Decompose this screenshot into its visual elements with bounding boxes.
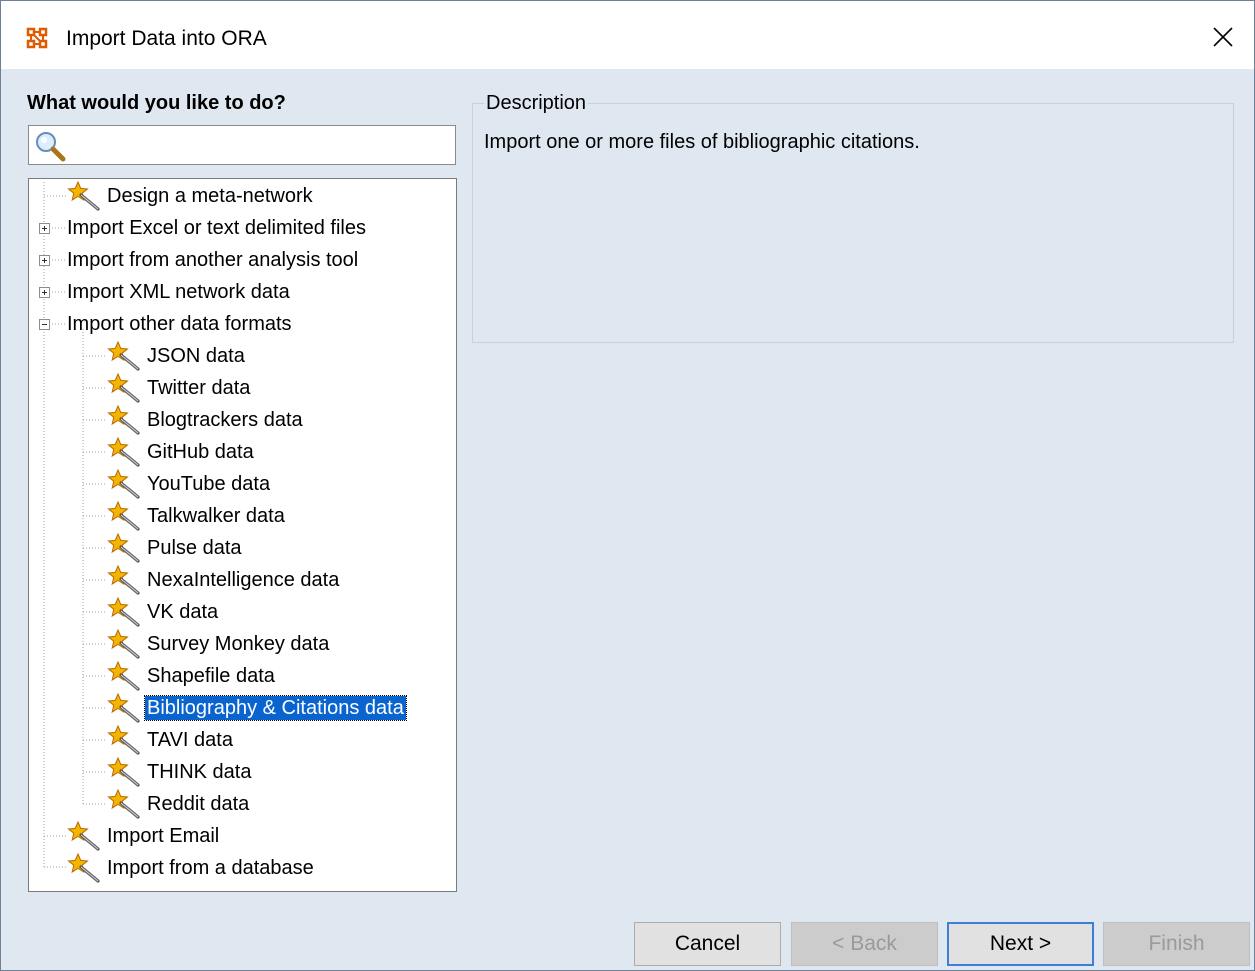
tree-item-label: NexaIntelligence data bbox=[147, 569, 340, 591]
tree-item-github[interactable]: GitHub data bbox=[107, 437, 256, 467]
tree-item-twitter[interactable]: Twitter data bbox=[107, 373, 252, 403]
wand-icon bbox=[107, 437, 140, 467]
tree-item-label: Twitter data bbox=[147, 377, 251, 399]
import-dialog: Import Data into ORA What would you like… bbox=[0, 0, 1255, 971]
back-button[interactable]: < Back bbox=[791, 922, 938, 966]
tree-item-import-excel[interactable]: Import Excel or text delimited files bbox=[65, 213, 368, 243]
wand-icon bbox=[107, 629, 140, 659]
tree-item-json[interactable]: JSON data bbox=[107, 341, 247, 371]
tree-item-label: Bibliography & Citations data bbox=[144, 695, 407, 721]
tree-item-label: Reddit data bbox=[147, 793, 250, 815]
wand-icon bbox=[107, 661, 140, 691]
wand-icon bbox=[107, 693, 140, 723]
tree-item-label: Import from another analysis tool bbox=[67, 249, 359, 271]
tree-item-survey-monkey[interactable]: Survey Monkey data bbox=[107, 629, 331, 659]
tree-item-import-email[interactable]: Import Email bbox=[67, 821, 221, 851]
tree-item-reddit[interactable]: Reddit data bbox=[107, 789, 251, 819]
wand-icon bbox=[107, 373, 140, 403]
tree-item-design-meta-network[interactable]: Design a meta-network bbox=[67, 181, 315, 211]
tree-item-label: Survey Monkey data bbox=[147, 633, 330, 655]
tree-item-blogtrackers[interactable]: Blogtrackers data bbox=[107, 405, 305, 435]
tree-item-label: Import from a database bbox=[107, 857, 314, 879]
wand-icon bbox=[107, 789, 140, 819]
search-input[interactable] bbox=[73, 131, 447, 161]
wand-icon bbox=[107, 405, 140, 435]
search-icon bbox=[36, 132, 66, 162]
collapse-toggle[interactable] bbox=[39, 319, 50, 330]
tree-item-label: TAVI data bbox=[147, 729, 233, 751]
tree-item-label: GitHub data bbox=[147, 441, 254, 463]
cancel-button-label: Cancel bbox=[674, 932, 741, 955]
expand-toggle[interactable] bbox=[39, 223, 50, 234]
window-title: Import Data into ORA bbox=[66, 27, 267, 50]
wand-icon bbox=[107, 533, 140, 563]
tree-item-label: Import other data formats bbox=[67, 313, 292, 335]
wand-icon bbox=[67, 853, 100, 883]
tree-item-bibliography-citations[interactable]: Bibliography & Citations data bbox=[107, 693, 407, 723]
expand-toggle[interactable] bbox=[39, 255, 50, 266]
tree-item-label: VK data bbox=[147, 601, 219, 623]
tree-item-talkwalker[interactable]: Talkwalker data bbox=[107, 501, 287, 531]
next-button-label: Next > bbox=[989, 932, 1052, 955]
tree-item-youtube[interactable]: YouTube data bbox=[107, 469, 272, 499]
tree-item-shapefile[interactable]: Shapefile data bbox=[107, 661, 277, 691]
ora-network-icon bbox=[26, 27, 48, 49]
tree-item-nexaintelligence[interactable]: NexaIntelligence data bbox=[107, 565, 341, 595]
wand-icon bbox=[107, 757, 140, 787]
title-bar: Import Data into ORA bbox=[1, 1, 1254, 69]
tree-item-think[interactable]: THINK data bbox=[107, 757, 253, 787]
tree-item-label: THINK data bbox=[147, 761, 252, 783]
wand-icon bbox=[107, 469, 140, 499]
tree-item-label: Pulse data bbox=[147, 537, 242, 559]
description-title: Description bbox=[484, 90, 589, 116]
back-button-label: < Back bbox=[832, 932, 897, 955]
wand-icon bbox=[67, 181, 100, 211]
tree-item-tavi[interactable]: TAVI data bbox=[107, 725, 235, 755]
tree-item-label: YouTube data bbox=[147, 473, 271, 495]
wand-icon bbox=[107, 725, 140, 755]
tree-item-pulse[interactable]: Pulse data bbox=[107, 533, 244, 563]
tree-item-label: Import XML network data bbox=[67, 281, 290, 303]
tree-item-import-database[interactable]: Import from a database bbox=[67, 853, 316, 883]
close-icon bbox=[1213, 27, 1233, 47]
tree-item-vk[interactable]: VK data bbox=[107, 597, 220, 627]
tree-item-import-analysis-tool[interactable]: Import from another analysis tool bbox=[65, 245, 360, 275]
tree-item-import-xml[interactable]: Import XML network data bbox=[65, 277, 292, 307]
next-button[interactable]: Next > bbox=[947, 922, 1094, 966]
tree-item-label: JSON data bbox=[147, 345, 245, 367]
tree-item-label: Import Excel or text delimited files bbox=[67, 217, 366, 239]
task-heading: What would you like to do? bbox=[27, 92, 286, 114]
import-type-tree[interactable]: Design a meta-network Import Excel or te… bbox=[28, 178, 457, 892]
tree-item-import-other-formats[interactable]: Import other data formats bbox=[65, 309, 294, 339]
wand-icon bbox=[107, 597, 140, 627]
tree-item-label: Talkwalker data bbox=[147, 505, 285, 527]
tree-item-label: Blogtrackers data bbox=[147, 409, 303, 431]
tree-item-label: Import Email bbox=[107, 825, 220, 847]
wand-icon bbox=[67, 821, 100, 851]
description-text: Import one or more files of bibliographi… bbox=[484, 131, 920, 153]
finish-button[interactable]: Finish bbox=[1103, 922, 1250, 966]
tree-item-label: Design a meta-network bbox=[107, 185, 313, 207]
close-button[interactable] bbox=[1201, 15, 1245, 59]
wand-icon bbox=[107, 501, 140, 531]
search-field[interactable] bbox=[28, 125, 456, 165]
expand-toggle[interactable] bbox=[39, 287, 50, 298]
cancel-button[interactable]: Cancel bbox=[634, 922, 781, 966]
wand-icon bbox=[107, 341, 140, 371]
tree-item-label: Shapefile data bbox=[147, 665, 275, 687]
finish-button-label: Finish bbox=[1148, 932, 1205, 955]
wand-icon bbox=[107, 565, 140, 595]
